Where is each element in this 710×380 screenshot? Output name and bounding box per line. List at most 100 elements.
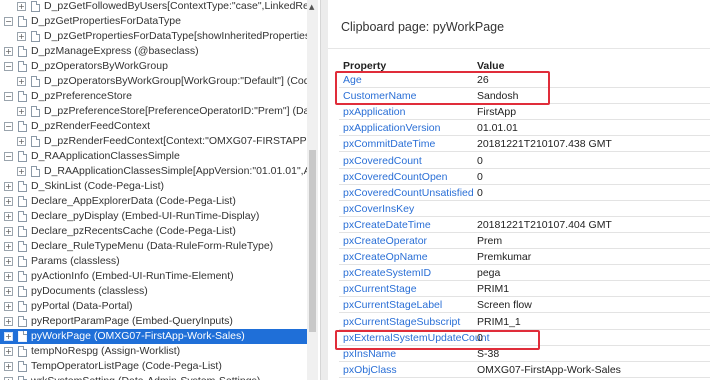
tree-item[interactable]: − D_pzOperatorsByWorkGroup — [0, 59, 318, 74]
expand-icon[interactable]: + — [4, 227, 13, 236]
tree-item-label: tempNoRespg (Assign-Worklist) — [31, 345, 181, 357]
tree-item[interactable]: + D_pzRenderFeedContext[Context:"OMXG07-F… — [0, 134, 318, 149]
collapse-icon[interactable]: − — [4, 122, 13, 131]
tree-item[interactable]: + D_pzManageExpress (@baseclass) — [0, 44, 318, 59]
collapse-icon[interactable]: − — [4, 92, 13, 101]
tree-item-label: Declare_RuleTypeMenu (Data-RuleForm-Rule… — [31, 240, 274, 252]
property-name-link[interactable]: pxCoverInsKey — [343, 201, 414, 217]
expand-icon[interactable]: + — [17, 107, 26, 116]
panel-splitter[interactable] — [320, 0, 328, 380]
property-name-link[interactable]: pxCoveredCountOpen — [343, 169, 447, 185]
property-value: Premkumar — [477, 251, 532, 264]
tree-item-label: D_pzGetPropertiesForDataType — [31, 15, 181, 27]
expand-icon[interactable]: + — [4, 182, 13, 191]
property-name-link[interactable]: pxCreateDateTime — [343, 217, 431, 233]
expand-icon[interactable]: + — [17, 32, 26, 41]
table-row: pxCreateSystemID pega — [339, 265, 710, 282]
expand-icon[interactable]: + — [4, 287, 13, 296]
tree-scrollbar[interactable]: ▲ — [307, 0, 318, 380]
header-separator — [328, 48, 710, 49]
tree-item[interactable]: − D_pzRenderFeedContext — [0, 119, 318, 134]
tree-item[interactable]: + D_pzPreferenceStore[PreferenceOperatorI… — [0, 104, 318, 119]
property-value: 0 — [477, 170, 483, 183]
tree-item[interactable]: + Params (classless) — [0, 254, 318, 269]
expand-icon[interactable]: + — [4, 212, 13, 221]
tree-item[interactable]: + pyReportParamPage (Embed-QueryInputs) — [0, 314, 318, 329]
page-icon — [18, 211, 27, 222]
tree-item[interactable]: + pyPortal (Data-Portal) — [0, 299, 318, 314]
expand-icon[interactable]: + — [4, 47, 13, 56]
property-name-link[interactable]: pxApplicationVersion — [343, 120, 440, 136]
property-name-link[interactable]: pxCreateOperator — [343, 233, 427, 249]
collapse-icon[interactable]: − — [4, 62, 13, 71]
collapse-icon[interactable]: − — [4, 17, 13, 26]
expand-icon[interactable]: + — [4, 302, 13, 311]
tree-item[interactable]: + D_pzGetPropertiesForDataType[showInheri… — [0, 29, 318, 44]
table-row: pxCoveredCountUnsatisfied 0 — [339, 185, 710, 201]
tree-item[interactable]: + pyDocuments (classless) — [0, 284, 318, 299]
expand-icon[interactable]: + — [4, 347, 13, 356]
expand-icon[interactable]: + — [4, 332, 13, 341]
expand-icon[interactable]: + — [4, 257, 13, 266]
scrollbar-thumb[interactable] — [309, 150, 316, 332]
expand-icon[interactable]: + — [4, 317, 13, 326]
tree-item[interactable]: + D_pzGetFollowedByUsers[ContextType:"cas… — [0, 0, 318, 14]
highlight-box-age-customer — [335, 71, 550, 105]
table-row: pxCreateOpName Premkumar — [339, 249, 710, 266]
table-row: pxCoveredCountOpen 0 — [339, 169, 710, 185]
property-name-link[interactable]: pxCurrentStage — [343, 281, 417, 297]
property-value: OMXG07-FirstApp-Work-Sales — [477, 363, 621, 376]
property-name-link[interactable]: pxApplication — [343, 104, 405, 120]
property-name-link[interactable]: pxCreateOpName — [343, 249, 428, 265]
expand-icon[interactable]: + — [4, 197, 13, 206]
tree-item[interactable]: +wrkSystemSetting (Data-Admin-System-Set… — [0, 374, 318, 380]
expand-icon[interactable]: + — [17, 77, 26, 86]
tree-item-label: D_pzManageExpress (@baseclass) — [31, 45, 199, 57]
tree-item-label: pyActionInfo (Embed-UI-RunTime-Element) — [31, 270, 234, 282]
collapse-icon[interactable]: − — [4, 152, 13, 161]
property-name-link[interactable]: pxCommitDateTime — [343, 136, 435, 152]
tree-item[interactable]: − D_RAApplicationClassesSimple — [0, 149, 318, 164]
expand-icon[interactable]: + — [17, 137, 26, 146]
tree-item[interactable]: − D_pzGetPropertiesForDataType — [0, 14, 318, 29]
property-name-link[interactable]: pxObjClass — [343, 362, 397, 378]
tree-item[interactable]: + D_RAApplicationClassesSimple[AppVersion… — [0, 164, 318, 179]
tree-item[interactable]: + Declare_pyDisplay (Embed-UI-RunTime-Dis… — [0, 209, 318, 224]
tree-item[interactable]: + pyActionInfo (Embed-UI-RunTime-Element) — [0, 269, 318, 284]
table-row: pxCreateDateTime 20181221T210107.404 GMT — [339, 217, 710, 233]
clipboard-page-title: Clipboard page: pyWorkPage — [341, 20, 505, 34]
tree-item[interactable]: − D_pzPreferenceStore — [0, 89, 318, 104]
table-row: pxCommitDateTime 20181221T210107.438 GMT — [339, 136, 710, 153]
page-icon — [31, 76, 40, 87]
page-icon — [18, 271, 27, 282]
expand-icon[interactable]: + — [17, 2, 26, 11]
page-icon — [31, 1, 40, 12]
page-icon — [18, 361, 27, 372]
expand-icon[interactable]: + — [4, 242, 13, 251]
page-icon — [18, 301, 27, 312]
tree-item-label: D_RAApplicationClassesSimple — [31, 150, 180, 162]
property-name-link[interactable]: pxCreateSystemID — [343, 265, 431, 281]
property-name-link[interactable]: pxCoveredCountUnsatisfied — [343, 185, 474, 201]
tree-item[interactable]: + TempOperatorListPage (Code-Pega-List) — [0, 359, 318, 374]
page-icon — [18, 376, 27, 380]
tree-item[interactable]: + tempNoRespg (Assign-Worklist) — [0, 344, 318, 359]
expand-icon[interactable]: + — [4, 272, 13, 281]
property-name-link[interactable]: pxCoveredCount — [343, 153, 422, 169]
property-value: 20181221T210107.438 GMT — [477, 138, 612, 151]
scroll-up-icon[interactable]: ▲ — [309, 3, 314, 11]
expand-icon[interactable]: + — [4, 362, 13, 371]
property-value: Screen flow — [477, 299, 532, 312]
expand-icon[interactable]: + — [17, 167, 26, 176]
property-name-link[interactable]: pxCurrentStageLabel — [343, 297, 442, 313]
tree-item[interactable]: + Declare_pzRecentsCache (Code-Pega-List) — [0, 224, 318, 239]
tree-item[interactable]: + Declare_AppExplorerData (Code-Pega-List… — [0, 194, 318, 209]
page-icon — [31, 106, 40, 117]
property-name-link[interactable]: pxCurrentStageSubscript — [343, 314, 460, 330]
tree-item[interactable]: + Declare_RuleTypeMenu (Data-RuleForm-Rul… — [0, 239, 318, 254]
tree-item[interactable]: + pyWorkPage (OMXG07-FirstApp-Work-Sales) — [0, 329, 318, 344]
tree-item[interactable]: + D_pzOperatorsByWorkGroup[WorkGroup:"Def… — [0, 74, 318, 89]
page-icon — [18, 286, 27, 297]
tree-item[interactable]: + D_SkinList (Code-Pega-List) — [0, 179, 318, 194]
tree-item-label: pyPortal (Data-Portal) — [31, 300, 133, 312]
